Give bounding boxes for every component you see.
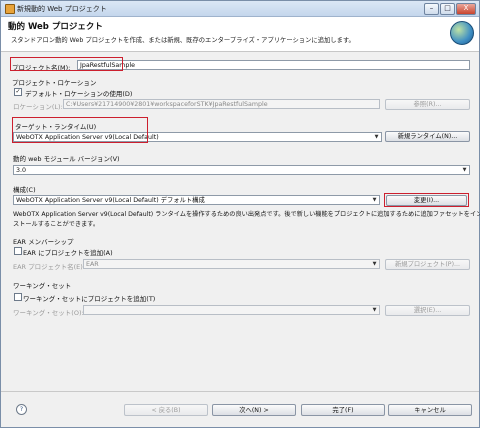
dropdown-arrow-icon: ▼ — [372, 197, 377, 203]
help-icon[interactable]: ? — [16, 404, 27, 415]
close-button[interactable]: X — [456, 3, 476, 15]
dropdown-arrow-icon: ▼ — [372, 261, 377, 267]
location-input[interactable]: C:¥Users¥21714900¥2801¥workspaceforSTK¥J… — [63, 99, 380, 109]
use-default-label: デフォルト・ロケーションの使用(D) — [25, 90, 133, 98]
module-version-value: 3.0 — [16, 167, 27, 174]
ear-group-label: EAR メンバーシップ — [13, 238, 74, 246]
add-to-ear-label: EAR にプロジェクトを追加(A) — [23, 249, 113, 257]
web-project-globe-icon — [450, 21, 474, 45]
window-title: 新規動的 Web プロジェクト — [17, 5, 107, 13]
new-ear-project-button[interactable]: 新規プロジェクト(P)... — [385, 259, 470, 270]
page-description: スタンドアロン動的 Web プロジェクトを作成、または新規、既存のエンタープライ… — [11, 37, 355, 44]
working-set-label: ワーキング・セット(O): — [13, 309, 84, 317]
dialog-window: 新規動的 Web プロジェクト – □ X 動的 Web プロジェクト スタンド… — [0, 0, 480, 428]
new-runtime-button[interactable]: 新規ランタイム(N)... — [385, 131, 470, 142]
configuration-label: 構成(C) — [13, 186, 36, 194]
module-version-label: 動的 web モジュール バージョン(V) — [13, 155, 120, 163]
page-title: 動的 Web プロジェクト — [8, 22, 103, 32]
app-icon — [5, 4, 15, 14]
title-bar: 新規動的 Web プロジェクト – □ X — [1, 1, 479, 17]
highlight-modify — [384, 193, 469, 207]
wizard-header: 動的 Web プロジェクト スタンドアロン動的 Web プロジェクトを作成、また… — [1, 17, 479, 52]
module-version-select[interactable]: 3.0 ▼ — [13, 165, 470, 175]
location-group-label: プロジェクト・ロケーション — [12, 79, 97, 87]
finish-button[interactable]: 完了(F) — [301, 404, 385, 416]
footer-divider — [1, 391, 479, 392]
highlight-runtime — [12, 117, 148, 143]
dropdown-arrow-icon: ▼ — [372, 307, 377, 313]
configuration-description-line2: ストールすることができます。 — [13, 221, 100, 228]
ear-project-value: EAR — [86, 261, 99, 268]
configuration-select[interactable]: WebOTX Application Server v9(Local Defau… — [13, 195, 380, 205]
add-to-working-set-label: ワーキング・セットにプロジェクトを追加(T) — [23, 295, 156, 303]
ear-name-label: EAR プロジェクト名(E): — [13, 263, 86, 271]
working-set-select[interactable]: ▼ — [83, 305, 380, 315]
minimize-button[interactable]: – — [424, 3, 439, 15]
add-to-working-set-checkbox[interactable] — [14, 293, 22, 301]
ear-project-select[interactable]: EAR ▼ — [83, 259, 380, 269]
configuration-description-line1: WebOTX Application Server v9(Local Defau… — [13, 211, 480, 218]
maximize-button[interactable]: □ — [440, 3, 455, 15]
cancel-button[interactable]: キャンセル — [388, 404, 472, 416]
project-name-input[interactable]: JpaRestfulSample — [77, 60, 470, 70]
browse-button[interactable]: 参照(R)... — [385, 99, 470, 110]
location-label: ロケーション(L): — [13, 103, 63, 111]
select-working-set-button[interactable]: 選択(E)... — [385, 305, 470, 316]
back-button[interactable]: < 戻る(B) — [124, 404, 208, 416]
next-button[interactable]: 次へ(N) > — [212, 404, 296, 416]
working-set-group-label: ワーキング・セット — [13, 282, 72, 290]
add-to-ear-checkbox[interactable] — [14, 247, 22, 255]
configuration-value: WebOTX Application Server v9(Local Defau… — [16, 197, 205, 204]
use-default-checkbox[interactable]: ✓ — [14, 88, 22, 96]
highlight-project-name — [10, 57, 123, 71]
dropdown-arrow-icon: ▼ — [374, 134, 379, 140]
dropdown-arrow-icon: ▼ — [462, 167, 467, 173]
